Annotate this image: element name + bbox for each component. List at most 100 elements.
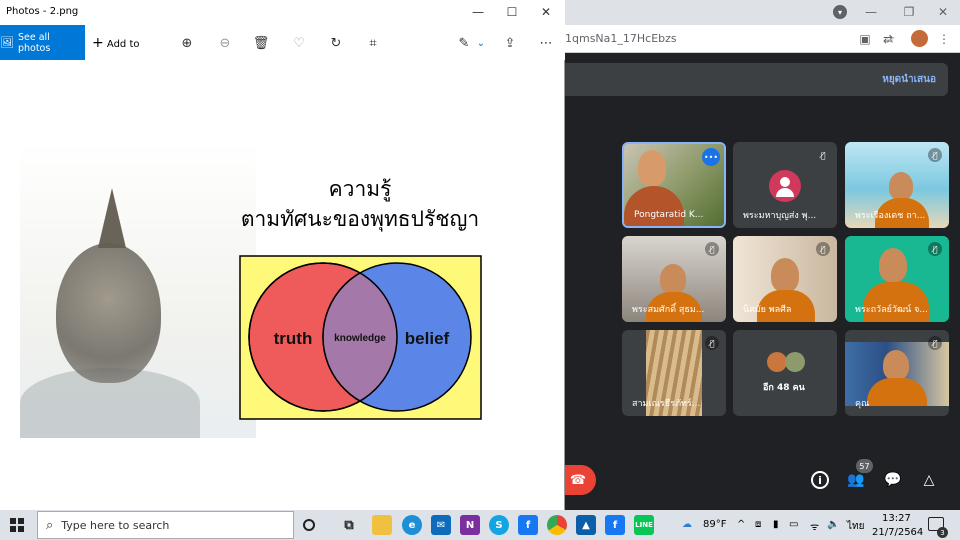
slide-title: ความรู้ [328,177,392,201]
participant-tile[interactable]: 🎙̸ พระถวัลย์วัฒน์ จ... [845,236,949,322]
participant-name: พระสมศักดิ์ สุธม... [632,305,705,315]
participant-name: พระมหาบุญส่ง พุ... [743,211,817,221]
task-view-icon[interactable]: ⧉ [339,515,359,535]
onenote-icon[interactable]: N [460,515,480,535]
avatar [767,352,787,372]
photos-toolbar: 🖼 See all photos + Add to ⊕ ⊖ 🗑 ♡ ↻ ⌗ ✎ … [0,25,565,60]
url-text[interactable]: 1qmsNa1_17HcEbzs [565,32,677,45]
weather-icon[interactable]: ☁ [682,519,692,530]
search-placeholder: Type here to search [61,518,170,532]
minimize-icon[interactable]: — [463,2,493,22]
facebook-icon[interactable]: f [605,515,625,535]
add-to-label: Add to [106,39,140,50]
people-count-badge: 57 [856,459,873,473]
restore-icon[interactable]: ❐ [899,3,919,21]
mic-icon[interactable]: ▮ [773,519,779,530]
crop-icon[interactable]: ⌗ [364,34,382,52]
photos-titlebar: Photos - 2.png — ☐ ✕ [0,0,565,25]
see-all-photos-button[interactable]: 🖼 See all photos [0,25,85,60]
mic-off-icon: 🎙̸ [816,242,830,256]
stop-presenting-button[interactable]: หยุดนำเสนอ [882,72,936,87]
presentation-banner: หยุดนำเสนอ [565,63,948,96]
participant-tile[interactable]: 🎙̸ พระเรืองเดช ถา... [845,142,949,228]
avatar [785,352,805,372]
plus-icon: + [92,35,104,51]
activities-icon[interactable]: △ [918,469,940,491]
venn-label-left: truth [274,329,313,348]
clock-date[interactable]: 21/7/2564 [872,527,923,538]
volume-icon[interactable]: 🔈 [827,519,839,530]
clock-time[interactable]: 13:27 [882,513,911,524]
maximize-icon[interactable]: ☐ [497,2,527,22]
participant-name: นิสมัย พลศีล [743,305,792,315]
venn-label-middle: knowledge [334,333,386,344]
meet-now-icon[interactable]: ⧈ [755,519,761,530]
more-participants-tile[interactable]: อีก 48 คน [733,330,837,416]
photos-app-icon[interactable]: ▲ [576,515,596,535]
participant-tile[interactable]: 🎙̸ สามเณรธีรภัทร์... [622,330,726,416]
bookmark-star-icon[interactable]: ☆ [883,32,897,46]
venn-diagram: truth knowledge belief [239,255,482,420]
address-bar[interactable]: 1qmsNa1_17HcEbzs ▣ ⇄ ☆ ⋮ [565,25,960,53]
chrome-icon[interactable] [547,515,567,535]
skype-icon[interactable]: S [489,515,509,535]
participant-tile[interactable]: ••• Pongtaratid K... [622,142,726,228]
close-icon[interactable]: ✕ [933,3,953,21]
weather-temp[interactable]: 89°F [703,519,726,530]
end-call-button[interactable]: ☎ [560,465,596,495]
taskbar-search[interactable]: ⌕ Type here to search [37,511,294,539]
buddha-illustration [20,143,256,438]
slide-subtitle: ตามทัศนะของพุทธปรัชญา [240,207,480,231]
share-icon[interactable]: ⇪ [501,34,519,52]
participant-name: คุณ [855,399,870,409]
more-options-icon[interactable]: ⋯ [537,34,555,52]
windows-taskbar: ⌕ Type here to search ⧉ e ✉ N S f ▲ f LI… [0,510,960,540]
cortana-icon[interactable] [303,519,315,531]
zoom-out-icon[interactable]: ⊖ [216,34,234,52]
chevron-down-icon[interactable]: ⌄ [472,34,490,52]
window-title: Photos - 2.png [6,6,79,17]
chrome-window-controls: ▾ — ❐ ✕ [565,0,960,25]
menu-dots-icon[interactable]: ⋮ [937,32,951,46]
add-to-button[interactable]: + Add to [92,35,140,51]
participant-tile-self[interactable]: 🎙̸ คุณ [845,330,949,416]
participant-tile[interactable]: 🎙̸ พระมหาบุญส่ง พุ... [733,142,837,228]
participant-tile[interactable]: 🎙̸ พระสมศักดิ์ สุธม... [622,236,726,322]
camera-icon[interactable]: ▣ [858,32,872,46]
language-indicator[interactable]: ไทย [847,519,864,534]
minimize-icon[interactable]: — [861,3,881,21]
mic-off-icon: 🎙̸ [928,242,942,256]
line-app-icon[interactable]: LINE [634,515,654,535]
participant-name: Pongtaratid K... [634,210,704,220]
edge-icon[interactable]: e [402,515,422,535]
edit-icon[interactable]: ✎ [455,34,473,52]
see-all-label: See all photos [17,31,51,54]
chat-icon[interactable]: 💬 [882,469,904,491]
favorite-heart-icon[interactable]: ♡ [290,34,308,52]
search-icon: ⌕ [46,517,54,533]
zoom-in-icon[interactable]: ⊕ [178,34,196,52]
participant-name: พระเรืองเดช ถา... [855,211,926,221]
participant-tile[interactable]: 🎙̸ นิสมัย พลศีล [733,236,837,322]
delete-icon[interactable]: 🗑 [252,34,270,52]
avatar[interactable] [911,30,928,47]
participant-name: สามเณรธีรภัทร์... [632,399,701,409]
tray-expand-icon[interactable]: ^ [737,519,745,530]
start-button[interactable] [10,518,24,532]
mic-off-icon: 🎙̸ [705,336,719,350]
rotate-icon[interactable]: ↻ [327,34,345,52]
close-icon[interactable]: ✕ [531,2,561,22]
wifi-icon[interactable]: ᯤ [810,519,819,533]
facebook-icon[interactable]: f [518,515,538,535]
chrome-profile-dropdown-icon[interactable]: ▾ [833,5,847,19]
photos-window: Photos - 2.png — ☐ ✕ 🖼 See all photos + … [0,0,565,510]
mail-icon[interactable]: ✉ [431,515,451,535]
photo-icon: 🖼 [0,36,14,49]
more-options-icon[interactable]: ••• [702,148,720,166]
meeting-info-icon[interactable]: i [811,471,829,489]
venn-label-right: belief [405,329,450,348]
file-explorer-icon[interactable] [372,515,392,535]
battery-icon[interactable]: ▭ [789,519,798,530]
slide-image: ความรู้ ตามทัศนะของพุทธปรัชญา truth know… [20,143,490,439]
mic-off-icon: 🎙̸ [820,150,826,160]
